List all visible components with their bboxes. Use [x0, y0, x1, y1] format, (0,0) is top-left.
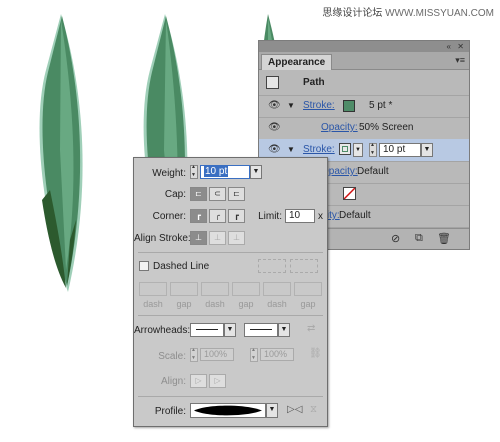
weight-stepper[interactable] — [369, 142, 377, 157]
dash-field-3[interactable] — [263, 282, 291, 296]
gap-label: gap — [176, 299, 192, 309]
dash-field-2[interactable] — [201, 282, 229, 296]
limit-label: Limit: — [258, 211, 282, 222]
arrowheads-label: Arrowheads: — [134, 325, 191, 336]
bevel-join-icon[interactable]: ┏ — [228, 209, 245, 223]
duplicate-icon[interactable]: ⧉ — [415, 232, 423, 245]
panel-menu-icon[interactable]: ▾≡ — [455, 55, 465, 66]
align-outside-icon[interactable]: ⊥ — [228, 231, 245, 245]
stroke-panel: Weight: 10 pt ▼ Cap: ⊏ ⊂ ⊏ Corner: ┏ ╭ ┏… — [133, 157, 328, 427]
scale-stepper-1[interactable] — [190, 347, 198, 362]
link-scale-icon[interactable]: ⛓ — [309, 348, 322, 359]
preserve-dash-icon[interactable] — [258, 259, 286, 273]
panel-titlebar[interactable]: « ✕ — [259, 41, 469, 52]
scale-stepper-2[interactable] — [250, 347, 258, 362]
clear-icon[interactable]: ⊘ — [391, 232, 400, 245]
stroke-swatch[interactable] — [339, 143, 351, 155]
none-fill-swatch[interactable] — [343, 187, 356, 200]
close-icon[interactable]: ✕ — [457, 41, 464, 52]
scale-input-2[interactable]: 100% — [260, 348, 294, 361]
scale-label: Scale: — [158, 351, 186, 362]
gap-label: gap — [300, 299, 316, 309]
dash-field-1[interactable] — [139, 282, 167, 296]
start-arrowhead-select[interactable] — [190, 323, 224, 337]
weight-label: Weight: — [152, 168, 186, 179]
gap-field-2[interactable] — [232, 282, 260, 296]
start-arrowhead-dropdown-icon[interactable]: ▼ — [224, 323, 236, 337]
stroke-link[interactable]: Stroke: — [303, 144, 335, 155]
profile-select[interactable] — [190, 403, 266, 418]
swatch-dropdown-icon[interactable]: ▼ — [353, 143, 363, 157]
divider — [138, 252, 323, 253]
cap-label: Cap: — [164, 189, 186, 200]
dash-label: dash — [205, 299, 225, 309]
dash-label: dash — [143, 299, 163, 309]
flip-vertical-icon[interactable]: ⧖ — [310, 404, 317, 415]
opacity-link[interactable]: Opacity: — [321, 122, 358, 133]
align-center-icon[interactable]: ⊥ — [190, 231, 207, 245]
trash-icon[interactable]: 🗑 — [437, 232, 451, 245]
limit-input[interactable]: 10 — [285, 209, 315, 223]
projecting-cap-icon[interactable]: ⊏ — [228, 187, 245, 201]
tab-appearance[interactable]: Appearance — [261, 54, 333, 70]
weight-stepper[interactable] — [190, 164, 198, 179]
divider — [138, 396, 323, 397]
opacity-row-1[interactable]: 👁 Opacity: 50% Screen — [259, 117, 469, 140]
tab-bar: Appearance ▾≡ — [259, 52, 469, 70]
dashed-line-checkbox[interactable] — [139, 261, 149, 271]
weight-input[interactable]: 10 pt — [379, 143, 421, 157]
dash-label: dash — [267, 299, 287, 309]
profile-label: Profile: — [154, 406, 186, 417]
round-cap-icon[interactable]: ⊂ — [209, 187, 226, 201]
path-thumbnail — [266, 76, 279, 89]
weight-dropdown-icon[interactable]: ▼ — [250, 165, 262, 179]
expand-triangle-icon[interactable]: ▼ — [287, 101, 295, 110]
swap-arrowheads-icon[interactable]: ⇄ — [307, 323, 315, 334]
end-arrowhead-dropdown-icon[interactable]: ▼ — [278, 323, 290, 337]
stroke-value: 5 pt * — [369, 100, 393, 111]
divider — [138, 315, 323, 316]
path-label: Path — [303, 77, 325, 88]
align-stroke-label: Align Stroke: — [134, 233, 191, 244]
gap-field-3[interactable] — [294, 282, 322, 296]
gap-label: gap — [238, 299, 254, 309]
round-join-icon[interactable]: ╭ — [209, 209, 226, 223]
opacity-value: Default — [339, 210, 371, 221]
path-row: Path — [259, 71, 469, 96]
weight-dropdown-icon[interactable]: ▼ — [421, 143, 433, 157]
scale-input-1[interactable]: 100% — [200, 348, 234, 361]
profile-dropdown-icon[interactable]: ▼ — [266, 403, 278, 418]
gap-field-1[interactable] — [170, 282, 198, 296]
butt-cap-icon[interactable]: ⊏ — [190, 187, 207, 201]
miter-join-icon[interactable]: ┏ — [190, 209, 207, 223]
corner-label: Corner: — [152, 211, 186, 222]
limit-unit: x — [318, 211, 323, 222]
eye-icon[interactable]: 👁 — [268, 100, 281, 111]
expand-triangle-icon[interactable]: ▼ — [287, 145, 295, 154]
stroke-swatch[interactable] — [343, 100, 355, 112]
eye-icon[interactable]: 👁 — [268, 144, 281, 155]
leaf-1 — [39, 14, 83, 292]
stroke-link[interactable]: Stroke: — [303, 100, 335, 111]
collapse-icon[interactable]: « — [447, 41, 451, 52]
weight-input[interactable]: 10 pt — [200, 165, 250, 179]
eye-icon[interactable]: 👁 — [268, 122, 281, 133]
opacity-value: 50% Screen — [359, 122, 414, 133]
arrow-place-icon[interactable]: ▷ — [209, 374, 226, 388]
align-dash-icon[interactable] — [290, 259, 318, 273]
end-arrowhead-select[interactable] — [244, 323, 278, 337]
arrow-align-label: Align: — [160, 376, 186, 387]
stroke-row-1[interactable]: 👁 ▼ Stroke: 5 pt * — [259, 95, 469, 118]
opacity-value: Default — [357, 166, 389, 177]
arrow-extend-icon[interactable]: ▷ — [190, 374, 207, 388]
flip-horizontal-icon[interactable]: ▷◁ — [287, 404, 302, 415]
dashed-line-label: Dashed Line — [153, 261, 210, 272]
align-inside-icon[interactable]: ⊥ — [209, 231, 226, 245]
